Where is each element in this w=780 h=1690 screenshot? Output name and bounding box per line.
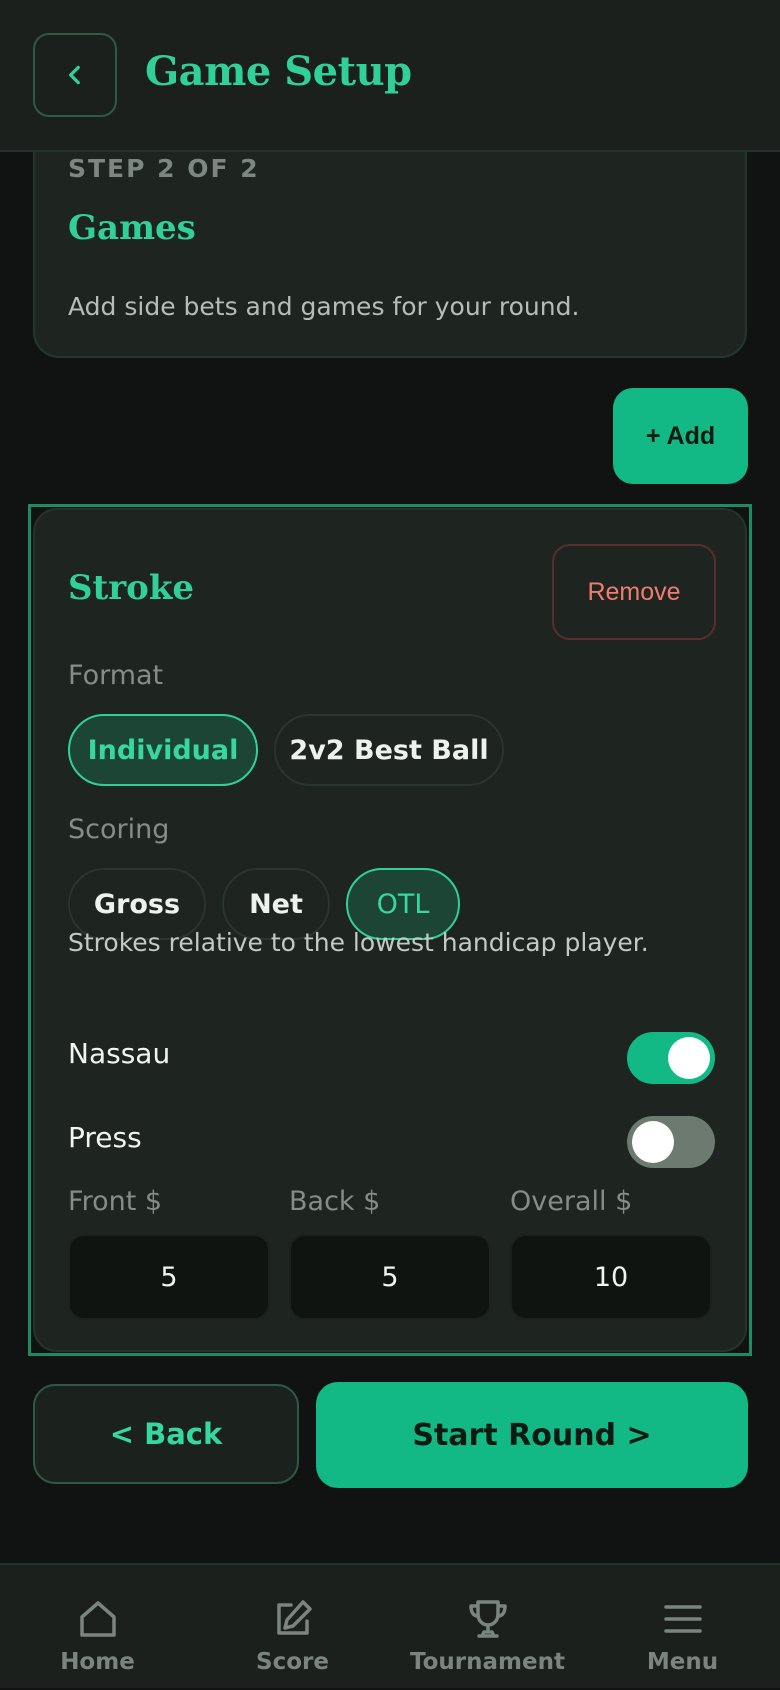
chevron-left-icon xyxy=(69,65,80,85)
nav-label-score: Score xyxy=(256,1649,329,1675)
nav-label-home: Home xyxy=(60,1649,135,1675)
nav-label-menu: Menu xyxy=(646,1649,719,1675)
scoring-helper-text: Strokes relative to the lowest handicap … xyxy=(68,928,649,957)
toggle-knob xyxy=(632,1121,674,1163)
toggle-knob xyxy=(668,1037,710,1079)
back-icon-button[interactable] xyxy=(33,33,117,117)
format-option-best-ball[interactable]: 2v2 Best Ball xyxy=(274,714,504,786)
bottom-nav: Home Score Tournament Menu xyxy=(0,1563,780,1688)
page-title: Game Setup xyxy=(145,48,412,95)
nav-label-tournament: Tournament xyxy=(410,1649,565,1675)
front-amount-input[interactable] xyxy=(68,1234,270,1320)
back-button[interactable]: < Back xyxy=(33,1384,299,1484)
edit-icon xyxy=(276,1600,312,1635)
add-game-button[interactable]: + Add xyxy=(613,388,748,484)
nav-item-tournament[interactable]: Tournament xyxy=(390,1565,585,1690)
press-label: Press xyxy=(68,1121,142,1154)
press-toggle[interactable] xyxy=(627,1116,715,1168)
top-bar: Game Setup xyxy=(0,0,780,152)
game-card: Stroke Remove Format Individual 2v2 Best… xyxy=(33,508,747,1352)
overall-amount-input[interactable] xyxy=(510,1234,712,1320)
overall-amount-label: Overall $ xyxy=(510,1186,633,1217)
nav-item-menu[interactable]: Menu xyxy=(585,1565,780,1690)
trophy-icon xyxy=(468,1600,507,1638)
nav-item-score[interactable]: Score xyxy=(195,1565,390,1690)
back-amount-label: Back $ xyxy=(289,1186,381,1217)
step-title: Games xyxy=(68,208,196,248)
game-name: Stroke xyxy=(68,568,195,608)
nav-item-home[interactable]: Home xyxy=(0,1565,195,1690)
start-round-button[interactable]: Start Round > xyxy=(316,1382,748,1488)
home-icon xyxy=(79,1601,116,1637)
nassau-label: Nassau xyxy=(68,1037,171,1070)
remove-game-button[interactable]: Remove xyxy=(552,544,716,640)
step-description: Add side bets and games for your round. xyxy=(68,292,580,321)
format-option-individual[interactable]: Individual xyxy=(68,714,258,786)
menu-icon xyxy=(663,1605,702,1633)
format-label: Format xyxy=(68,660,164,691)
back-amount-input[interactable] xyxy=(289,1234,491,1320)
front-amount-label: Front $ xyxy=(68,1186,163,1217)
step-card: STEP 2 OF 2 Games Add side bets and game… xyxy=(33,120,747,358)
step-label: STEP 2 OF 2 xyxy=(68,154,260,183)
nassau-toggle[interactable] xyxy=(627,1032,715,1084)
scoring-label: Scoring xyxy=(68,814,170,845)
